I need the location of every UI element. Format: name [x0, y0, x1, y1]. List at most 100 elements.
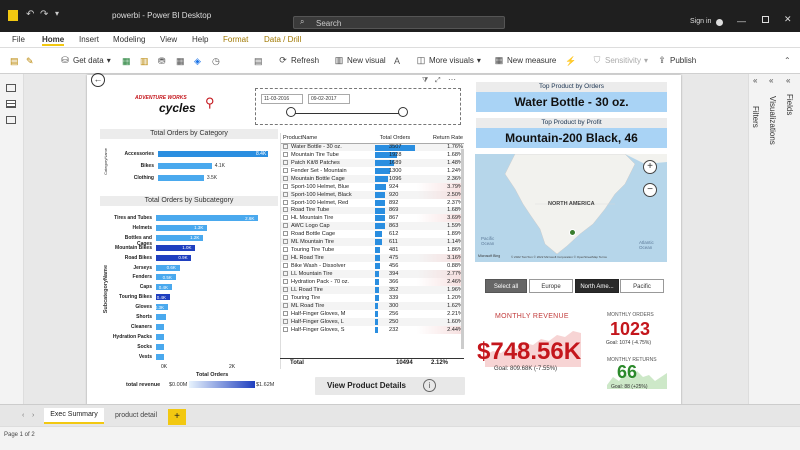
row-expand-icon[interactable] [283, 239, 288, 245]
row-expand-icon[interactable] [283, 231, 288, 237]
menu-help[interactable]: Help [192, 35, 208, 44]
row-expand-icon[interactable] [283, 302, 288, 308]
region-slicer-north-america[interactable]: North Ame... [575, 279, 619, 293]
column-header-productname[interactable]: ProductName [281, 133, 373, 143]
table-row[interactable]: LL Mountain Tire 394 2.77% [281, 270, 464, 278]
menu-data-drill[interactable]: Data / Drill [264, 35, 301, 44]
fields-expand-icon[interactable]: « [786, 76, 790, 85]
table-row[interactable]: Touring Tire Tube 481 1.86% [281, 246, 464, 255]
table-row[interactable]: Sport-100 Helmet, Black 920 2.50% [281, 190, 464, 199]
filter-icon[interactable]: ⧩ [422, 77, 428, 85]
menu-home[interactable]: Home [42, 35, 65, 46]
maximize-icon[interactable] [762, 16, 769, 23]
row-expand-icon[interactable] [283, 326, 288, 332]
visualizations-pane-tab[interactable]: Visualizations [768, 96, 777, 145]
dataverse-icon[interactable]: ◈ [194, 56, 201, 67]
zoom-out-icon[interactable]: − [643, 183, 657, 197]
row-expand-icon[interactable] [283, 159, 288, 165]
category-bar[interactable] [158, 175, 204, 181]
table-row[interactable]: Water Bottle - 30 oz. 3507 1.76% [281, 143, 464, 151]
row-expand-icon[interactable] [283, 294, 288, 300]
account-icon[interactable] [716, 19, 723, 26]
region-slicer-europe[interactable]: Europe [529, 279, 573, 293]
subcategory-bar[interactable] [156, 323, 164, 330]
text-box-icon[interactable]: A [394, 56, 400, 66]
table-row[interactable]: Mountain Tire Tube 1928 1.68% [281, 150, 464, 159]
view-product-details-button[interactable]: View Product Details i [315, 377, 465, 395]
row-expand-icon[interactable] [283, 263, 288, 269]
region-slicer-select-all[interactable]: Select all [485, 279, 527, 293]
filters-pane-tab[interactable]: Filters [751, 106, 760, 128]
report-view-icon[interactable] [6, 84, 16, 92]
menu-modeling[interactable]: Modeling [113, 35, 145, 44]
transform-data-icon[interactable]: ▤ [254, 56, 263, 67]
more-options-icon[interactable]: ⋯ [448, 75, 456, 84]
menu-format[interactable]: Format [223, 35, 248, 44]
table-row[interactable]: Road Tire Tube 869 1.68% [281, 206, 464, 215]
menu-insert[interactable]: Insert [79, 35, 99, 44]
row-expand-icon[interactable] [283, 318, 288, 324]
format-painter-icon[interactable]: ✎ [26, 56, 34, 67]
row-expand-icon[interactable] [283, 270, 288, 276]
category-bar[interactable] [158, 151, 268, 157]
publish-button[interactable]: ⇪ Publish [657, 55, 696, 65]
focus-mode-icon[interactable]: ⤢ [435, 77, 441, 85]
data-view-icon[interactable] [6, 100, 16, 108]
fields-pane-tab[interactable]: Fields [785, 94, 794, 115]
table-row[interactable]: HL Road Tire 475 3.16% [281, 254, 464, 263]
row-expand-icon[interactable] [283, 286, 288, 292]
get-data-button[interactable]: ⛁ Get data ▾ [60, 55, 110, 65]
category-bar[interactable] [158, 163, 212, 169]
table-row[interactable]: Sport-100 Helmet, Red 892 2.37% [281, 198, 464, 207]
model-view-icon[interactable] [6, 116, 16, 124]
region-slicer-pacific[interactable]: Pacific [620, 279, 664, 293]
table-row[interactable]: HL Mountain Tire 867 3.69% [281, 214, 464, 223]
excel-icon[interactable]: ▦ [122, 56, 131, 67]
ribbon-collapse-icon[interactable]: ⌃ [784, 56, 791, 65]
start-date-input[interactable]: 11-03-2016 [261, 94, 303, 104]
row-expand-icon[interactable] [283, 175, 288, 181]
menu-file[interactable]: File [12, 35, 25, 44]
table-row[interactable]: Half-Finger Gloves, L 250 1.60% [281, 317, 464, 326]
zoom-in-icon[interactable]: + [643, 160, 657, 174]
table-row[interactable]: Patch Kit/8 Patches 1689 1.48% [281, 158, 464, 167]
new-measure-button[interactable]: ▦ New measure [494, 55, 557, 65]
table-row[interactable]: Fender Set - Mountain 1300 1.24% [281, 166, 464, 175]
filters-expand-icon[interactable]: « [753, 76, 757, 85]
table-row[interactable]: Bike Wash - Dissolver 456 0.88% [281, 262, 464, 270]
slider-start-handle[interactable] [286, 107, 296, 117]
table-row[interactable]: Half-Finger Gloves, M 256 2.21% [281, 309, 464, 318]
row-expand-icon[interactable] [283, 247, 288, 253]
more-visuals-button[interactable]: ◫ More visuals ▾ [416, 55, 481, 65]
sql-icon[interactable]: ⛃ [158, 56, 166, 67]
column-header-return-rate[interactable]: Return Rate [417, 133, 464, 143]
table-row[interactable]: AWC Logo Cap 863 1.59% [281, 222, 464, 231]
slider-end-handle[interactable] [398, 107, 408, 117]
tabs-scroll-left-icon[interactable]: ‹ [22, 412, 24, 419]
visualizations-expand-icon[interactable]: « [769, 76, 773, 85]
row-expand-icon[interactable] [283, 199, 288, 205]
table-row[interactable]: Mountain Bottle Cage 1096 2.36% [281, 174, 464, 183]
enter-data-icon[interactable]: ▦ [176, 56, 185, 67]
quick-measure-icon[interactable]: ⚡ [565, 56, 576, 67]
redo-icon[interactable]: ↷ [40, 9, 48, 20]
dataset-icon[interactable]: ▥ [140, 56, 149, 67]
subcategory-bar[interactable] [156, 333, 164, 340]
row-expand-icon[interactable] [283, 215, 288, 221]
tab-product-detail[interactable]: product detail [108, 408, 164, 424]
row-expand-icon[interactable] [283, 207, 288, 213]
row-expand-icon[interactable] [283, 191, 288, 197]
dropdown-chevron-icon[interactable]: ▾ [55, 9, 59, 18]
back-button-icon[interactable]: ← [91, 73, 105, 87]
add-page-button[interactable]: + [168, 409, 186, 425]
map-data-bubble[interactable] [569, 229, 576, 236]
subcategory-bar[interactable] [156, 215, 259, 221]
menu-view[interactable]: View [160, 35, 177, 44]
row-expand-icon[interactable] [283, 151, 288, 157]
column-header-total-orders[interactable]: Total Orders [373, 133, 417, 143]
search-box[interactable]: ⌕ Search [293, 16, 505, 29]
sign-in-link[interactable]: Sign in [690, 18, 711, 25]
refresh-button[interactable]: ⟳ Refresh [278, 55, 319, 65]
table-row[interactable]: LL Road Tire 352 1.96% [281, 285, 464, 294]
subcategory-bar[interactable] [156, 343, 164, 350]
